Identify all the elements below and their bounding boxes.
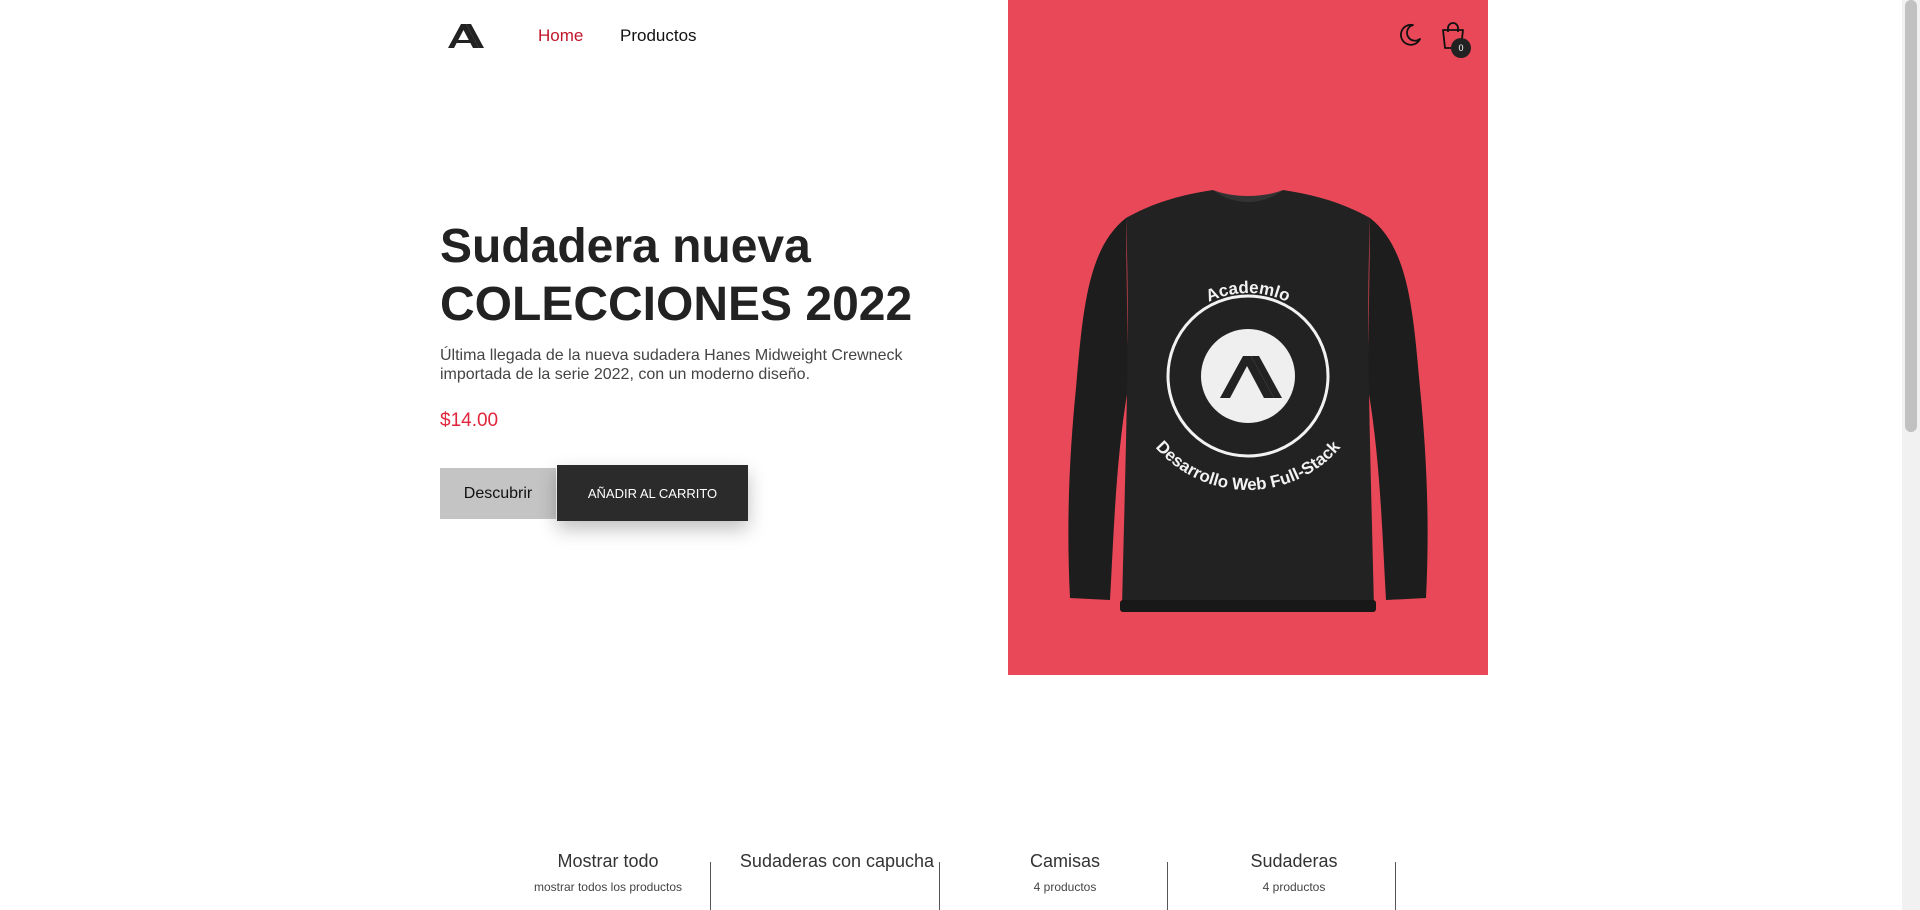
category-divider — [710, 862, 711, 910]
moon-icon[interactable] — [1397, 22, 1423, 48]
hero-title: Sudadera nueva COLECCIONES 2022 — [440, 218, 960, 334]
category-divider — [1167, 862, 1168, 910]
category-shirts[interactable]: Camisas 4 productos — [951, 850, 1179, 894]
category-subtitle: 4 productos — [1262, 880, 1326, 894]
add-to-cart-button[interactable]: AÑADIR AL CARRITO — [557, 465, 748, 521]
hero-description: Última llegada de la nueva sudadera Hane… — [440, 347, 903, 383]
category-subtitle: 4 productos — [1033, 880, 1097, 894]
hero-price: $14.00 — [440, 410, 499, 431]
category-hoodies[interactable]: Sudaderas con capucha — [723, 850, 951, 872]
cart-count-badge: 0 — [1451, 38, 1471, 58]
scrollbar-thumb[interactable] — [1905, 0, 1917, 432]
page: Home Productos Academlo Desarrollo Web F… — [0, 0, 1902, 910]
category-show-all[interactable]: Mostrar todo mostrar todos los productos — [494, 850, 722, 894]
category-title: Sudaderas — [1250, 851, 1338, 871]
category-subtitle: mostrar todos los productos — [533, 880, 683, 894]
hero-title-line2: COLECCIONES 2022 — [440, 278, 913, 331]
category-sweatshirts[interactable]: Sudaderas 4 productos — [1180, 850, 1408, 894]
category-title: Mostrar todo — [557, 851, 659, 871]
category-divider — [939, 862, 940, 910]
hero-title-line1: Sudadera nueva — [440, 220, 811, 273]
sweatshirt-image: Academlo Desarrollo Web Full-Stack — [1068, 190, 1428, 612]
hero-image-panel: Academlo Desarrollo Web Full-Stack — [1008, 0, 1488, 675]
page-scrollbar[interactable] — [1902, 0, 1920, 910]
nav-products-link[interactable]: Productos — [620, 26, 697, 46]
discover-button[interactable]: Descubrir — [440, 468, 556, 519]
nav-home-link[interactable]: Home — [538, 26, 583, 46]
category-title: Camisas — [1029, 851, 1100, 871]
logo-icon[interactable] — [446, 20, 486, 50]
category-divider — [1395, 862, 1396, 910]
category-title: Sudaderas con capucha — [739, 851, 935, 871]
